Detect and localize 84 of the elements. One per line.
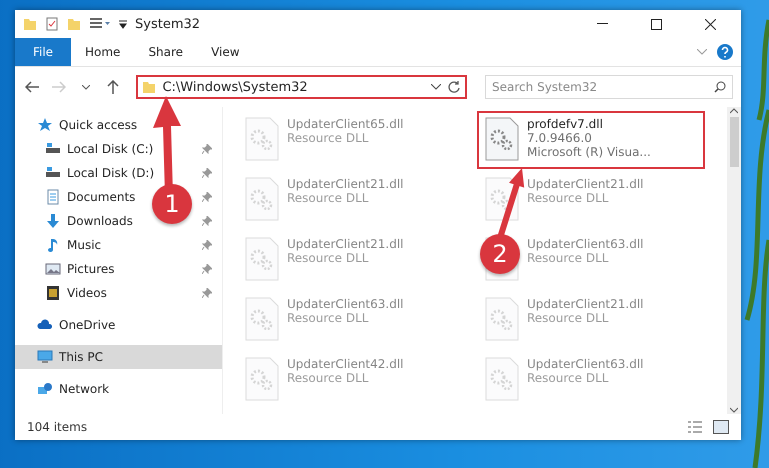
sidebar-item[interactable]: Quick access (59, 118, 138, 132)
search-field[interactable]: Search System32 (485, 75, 734, 99)
scroll-down-icon[interactable] (730, 406, 738, 414)
sidebar-item[interactable]: Local Disk (C:) (67, 142, 154, 156)
file-detail: 7.0.9466.0 (527, 131, 593, 145)
file-name[interactable]: UpdaterClient21.dll (527, 177, 644, 191)
refresh-icon[interactable] (447, 80, 462, 94)
file-name[interactable]: UpdaterClient63.dll (527, 237, 644, 251)
file-tile[interactable]: profdefv7.dll 7.0.9466.0 Microsoft (R) Visua... (477, 111, 705, 169)
minimize-icon (596, 23, 608, 25)
sidebar-item[interactable]: Downloads (67, 214, 133, 228)
sidebar-item[interactable]: Pictures (67, 262, 115, 276)
back-button[interactable] (23, 81, 42, 93)
file-detail: Microsoft (R) Visua... (527, 145, 651, 159)
file-name[interactable]: UpdaterClient21.dll (287, 237, 404, 251)
scrollbar[interactable] (727, 107, 741, 414)
sidebar-item[interactable]: Documents (67, 190, 136, 204)
file-detail: Resource DLL (527, 251, 610, 265)
dropdown-icon[interactable] (119, 19, 127, 29)
ribbon-tab[interactable]: Home (71, 38, 134, 66)
file-name[interactable]: UpdaterClient65.dll (287, 117, 404, 131)
video-icon (45, 285, 61, 301)
file-detail: Resource DLL (287, 191, 370, 205)
sidebar-item[interactable]: Network (59, 382, 110, 396)
sidebar-item[interactable]: This PC (15, 345, 222, 369)
file-detail: Resource DLL (287, 371, 370, 385)
scroll-thumb[interactable] (730, 117, 738, 167)
file-name[interactable]: UpdaterClient21.dll (527, 297, 644, 311)
pin-icon[interactable] (202, 144, 212, 154)
step-number: 2 (480, 234, 520, 274)
file-detail: Resource DLL (287, 251, 370, 265)
gear-file-icon (245, 357, 279, 401)
scroll-up-icon[interactable] (730, 107, 738, 115)
file-detail: Resource DLL (287, 131, 370, 145)
ribbon-tab[interactable]: View (197, 38, 254, 66)
sidebar-item[interactable]: Music (67, 238, 102, 252)
download-icon (45, 213, 61, 229)
gear-file-icon (245, 117, 279, 161)
list-icon[interactable] (89, 17, 111, 31)
gear-file-icon (245, 297, 279, 341)
gear-file-icon (485, 357, 519, 401)
picture-icon (45, 261, 61, 277)
properties-icon[interactable] (45, 17, 59, 31)
file-detail: Resource DLL (287, 311, 370, 325)
sidebar-item[interactable]: Videos (67, 286, 107, 300)
folder-icon (142, 80, 156, 94)
sidebar-item[interactable]: OneDrive (59, 318, 116, 332)
pin-icon[interactable] (202, 168, 212, 178)
item-count: 104 items (27, 420, 88, 434)
gear-file-icon (485, 117, 519, 161)
help-icon[interactable] (717, 44, 733, 60)
gear-file-icon (245, 177, 279, 221)
pin-icon[interactable] (202, 216, 212, 226)
gear-file-icon (245, 237, 279, 281)
maximize-icon (650, 18, 662, 30)
computer-icon (37, 349, 53, 365)
pin-icon[interactable] (202, 240, 212, 250)
window-title: System32 (135, 16, 202, 32)
file-detail: Resource DLL (527, 371, 610, 385)
step-number: 1 (152, 184, 192, 224)
pin-icon[interactable] (202, 288, 212, 298)
pin-icon[interactable] (202, 192, 212, 202)
sidebar-label: This PC (59, 350, 103, 364)
file-name: profdefv7.dll (527, 117, 604, 131)
gear-file-icon (485, 297, 519, 341)
pin-icon[interactable] (202, 264, 212, 274)
ribbon-tab[interactable]: Share (134, 38, 198, 66)
file-name[interactable]: UpdaterClient63.dll (527, 357, 644, 371)
file-detail: Resource DLL (527, 311, 610, 325)
large-icons-view-icon[interactable] (713, 420, 729, 434)
file-detail: Resource DLL (527, 191, 610, 205)
close-icon (704, 18, 716, 30)
file-name[interactable]: UpdaterClient21.dll (287, 177, 404, 191)
details-view-icon[interactable] (687, 420, 703, 434)
file-name[interactable]: UpdaterClient42.dll (287, 357, 404, 371)
address-bar[interactable]: C:\Windows\System32 (136, 75, 468, 99)
network-icon (37, 381, 53, 397)
chevron-down-icon[interactable] (431, 84, 442, 90)
sidebar-item[interactable]: Local Disk (D:) (67, 166, 154, 180)
document-icon (45, 189, 61, 205)
search-icon (714, 81, 726, 93)
star-icon (37, 117, 53, 133)
file-name[interactable]: UpdaterClient63.dll (287, 297, 404, 311)
file-tab[interactable]: File (15, 38, 71, 66)
